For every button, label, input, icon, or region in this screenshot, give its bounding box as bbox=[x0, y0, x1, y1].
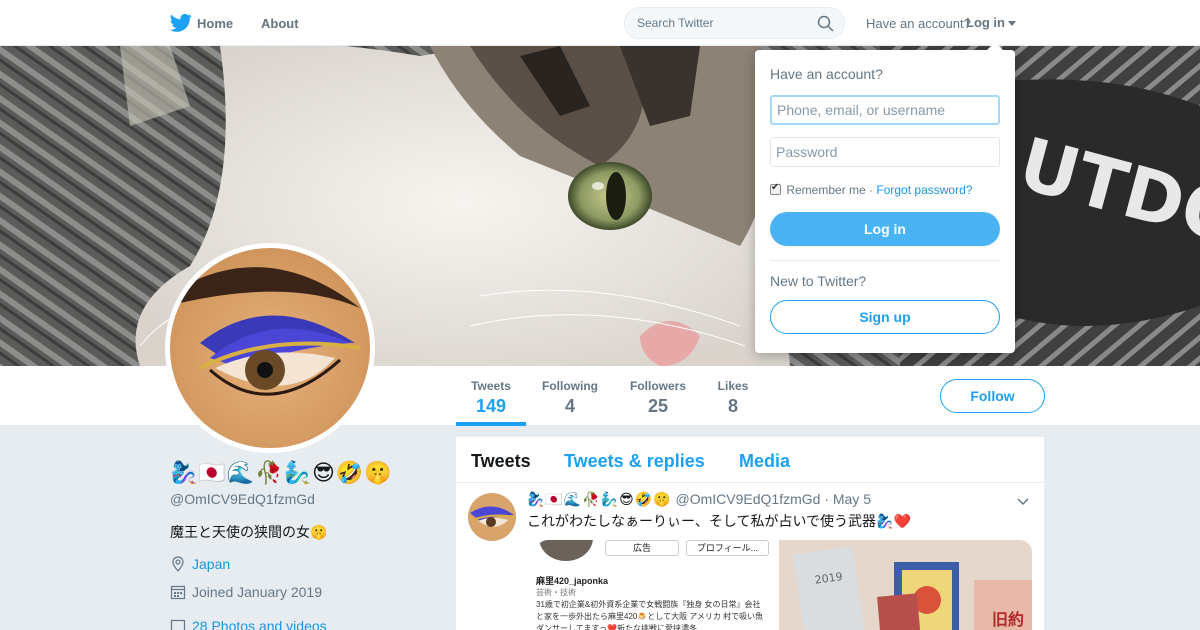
tab-tweets-replies[interactable]: Tweets & replies bbox=[564, 451, 705, 472]
chevron-down-icon[interactable] bbox=[1017, 498, 1029, 506]
forgot-password-link[interactable]: Forgot password? bbox=[876, 183, 972, 197]
media-account-bio: 31歳で初企業&初外資系企業で女戦闘族『独身 女の日常』会社と家を一歩外出たら麻… bbox=[536, 600, 764, 630]
tweet-text: これがわたしなぁーりぃー、そして私が占いで使う武器🧞‍♀️❤️ bbox=[527, 513, 911, 529]
stat-following[interactable]: Following 4 bbox=[541, 379, 599, 417]
tweet-media-screenshot[interactable]: 広告 プロフィール... 麻里420_japonka 芸術・技術 31歳で初企業… bbox=[536, 540, 769, 630]
stat-label: Following bbox=[542, 379, 598, 393]
active-tab-indicator bbox=[456, 422, 526, 426]
tweet-author-name[interactable]: 🧞‍♀️🇯🇵🌊🥀🧞‍♂️😎🤣🤫 bbox=[527, 491, 672, 507]
tweet-author-handle[interactable]: @OmICV9EdQ1fzmGd bbox=[676, 491, 821, 507]
profile-display-name: 🧞‍♀️🇯🇵🌊🥀🧞‍♂️😎🤣🤫 bbox=[170, 460, 393, 485]
remember-row: Remember me · Forgot password? bbox=[770, 182, 972, 197]
profile-bio: 魔王と天使の狭間の女🤫 bbox=[170, 524, 328, 540]
signup-button[interactable]: Sign up bbox=[770, 300, 1000, 334]
avatar-eye-makeup-photo bbox=[170, 248, 370, 448]
stat-followers[interactable]: Followers 25 bbox=[629, 379, 687, 417]
stat-value: 149 bbox=[475, 396, 507, 416]
media-account-category: 芸術・技術 bbox=[536, 588, 576, 597]
follow-button[interactable]: Follow bbox=[940, 379, 1045, 413]
tab-media[interactable]: Media bbox=[739, 451, 790, 472]
stat-label: Likes bbox=[717, 379, 749, 393]
twitter-bird-icon[interactable] bbox=[170, 13, 192, 33]
photo-icon bbox=[170, 619, 186, 630]
tab-tweets[interactable]: Tweets bbox=[471, 451, 531, 472]
svg-text:旧約: 旧約 bbox=[992, 610, 1024, 629]
tarot-cards-photo: 2019 旧約 bbox=[779, 540, 1032, 630]
media-ad-button: 広告 bbox=[605, 540, 679, 556]
login-dropdown-toggle[interactable]: Log in bbox=[966, 15, 1005, 30]
tweet-date[interactable]: May 5 bbox=[833, 491, 871, 507]
username-field[interactable] bbox=[770, 95, 1000, 125]
media-avatar bbox=[536, 540, 596, 564]
password-field[interactable] bbox=[770, 137, 1000, 167]
tweet-dot: · bbox=[824, 491, 829, 507]
stat-value: 4 bbox=[564, 396, 575, 416]
stat-label: Followers bbox=[629, 379, 686, 393]
login-button[interactable]: Log in bbox=[770, 212, 1000, 246]
login-dropdown: Have an account? Remember me · Forgot pa… bbox=[755, 42, 1015, 353]
caret-down-icon[interactable] bbox=[1008, 21, 1016, 26]
new-to-twitter-text: New to Twitter? bbox=[770, 273, 867, 289]
timeline: Tweets Tweets & replies Media 🧞‍♀️🇯🇵🌊🥀🧞‍… bbox=[456, 437, 1044, 630]
dropdown-divider bbox=[770, 260, 1000, 261]
profile-photos-text[interactable]: 28 Photos and videos bbox=[192, 618, 327, 630]
profile-joined: Joined January 2019 bbox=[170, 584, 322, 600]
stat-value: 8 bbox=[727, 396, 738, 416]
profile-location-text[interactable]: Japan bbox=[192, 556, 230, 572]
location-pin-icon bbox=[172, 556, 184, 572]
profile-location[interactable]: Japan bbox=[170, 556, 230, 572]
media-account-name: 麻里420_japonka bbox=[536, 576, 609, 586]
search-icon[interactable] bbox=[817, 15, 834, 32]
stat-value: 25 bbox=[647, 396, 669, 416]
tweet-avatar[interactable] bbox=[468, 493, 516, 541]
profile-avatar[interactable] bbox=[165, 243, 375, 453]
profile-photos-link[interactable]: 28 Photos and videos bbox=[170, 618, 327, 630]
calendar-icon bbox=[170, 585, 186, 600]
search-input[interactable]: Search Twitter bbox=[637, 16, 713, 30]
stat-label: Tweets bbox=[471, 379, 511, 393]
nav-about-link[interactable]: About bbox=[261, 16, 299, 31]
profile-handle: @OmICV9EdQ1fzmGd bbox=[170, 491, 315, 507]
remember-me-checkbox[interactable] bbox=[770, 182, 781, 195]
profile-joined-text: Joined January 2019 bbox=[192, 584, 322, 600]
login-dropdown-title: Have an account? bbox=[770, 66, 883, 82]
top-nav: Home About Search Twitter Have an accoun… bbox=[0, 0, 1200, 46]
nav-home-link[interactable]: Home bbox=[197, 16, 233, 31]
stat-likes[interactable]: Likes 8 bbox=[717, 379, 749, 417]
tweet-avatar-photo bbox=[468, 493, 516, 541]
have-account-text: Have an account? bbox=[866, 16, 971, 31]
remember-separator: · bbox=[865, 183, 877, 197]
media-profile-button: プロフィール... bbox=[686, 540, 769, 556]
search-box[interactable]: Search Twitter bbox=[624, 7, 845, 39]
tweet-header: 🧞‍♀️🇯🇵🌊🥀🧞‍♂️😎🤣🤫 @OmICV9EdQ1fzmGd · May 5 bbox=[527, 491, 871, 508]
tweet-media-photo[interactable]: 2019 旧約 bbox=[779, 540, 1032, 630]
remember-me-label[interactable]: Remember me bbox=[786, 183, 865, 197]
timeline-tabs: Tweets Tweets & replies Media bbox=[456, 437, 1044, 483]
stat-tweets[interactable]: Tweets 149 bbox=[470, 379, 512, 417]
